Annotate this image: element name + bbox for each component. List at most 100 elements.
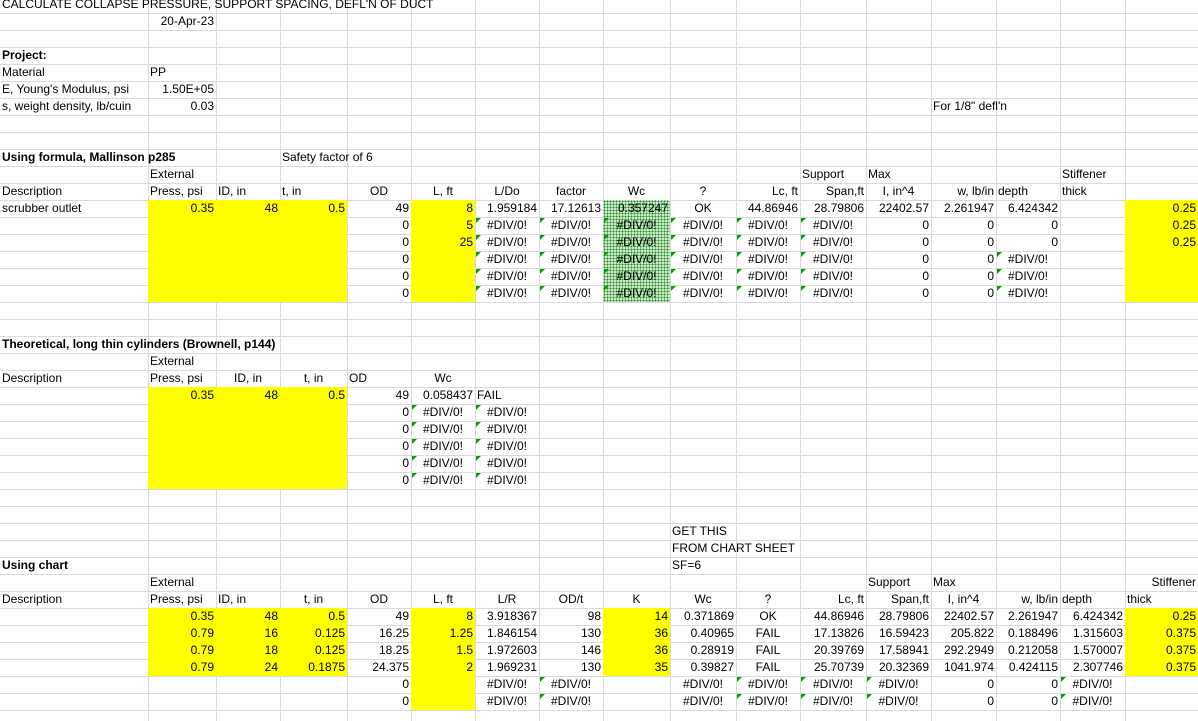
l-cell[interactable]: 8 [413, 200, 473, 217]
odt-cell[interactable]: 146 [541, 642, 601, 659]
wc-cell[interactable]: #DIV/0! [413, 421, 473, 438]
t-cell[interactable] [282, 455, 345, 472]
l-cell[interactable]: 1.25 [413, 625, 473, 642]
press-cell[interactable]: 0.35 [150, 200, 214, 217]
w-cell[interactable]: 0 [933, 285, 994, 302]
k-cell[interactable] [605, 693, 668, 710]
t-cell[interactable]: 0.5 [282, 608, 345, 625]
q-cell[interactable]: #DIV/0! [672, 217, 734, 234]
press-cell[interactable] [150, 404, 214, 421]
od-cell[interactable]: 0 [349, 268, 409, 285]
wc-cell[interactable]: #DIV/0! [413, 438, 473, 455]
factor-cell[interactable]: #DIV/0! [541, 268, 601, 285]
depth-cell[interactable]: 6.424342 [1062, 608, 1123, 625]
factor-cell[interactable]: #DIV/0! [541, 234, 601, 251]
wc-cell[interactable]: #DIV/0! [605, 268, 668, 285]
result-cell[interactable]: #DIV/0! [477, 455, 537, 472]
wc-cell[interactable]: 0.357247 [605, 200, 668, 217]
column-header[interactable]: Wc [605, 183, 668, 200]
column-header[interactable]: w, lb/in [933, 183, 994, 200]
thick-cell[interactable] [1127, 693, 1196, 710]
t-cell[interactable] [282, 404, 345, 421]
l-cell[interactable] [413, 268, 473, 285]
lr-cell[interactable]: #DIV/0! [477, 693, 537, 710]
press-cell[interactable] [150, 438, 214, 455]
material-label[interactable]: Material [2, 64, 146, 81]
l-cell[interactable] [413, 251, 473, 268]
description-cell[interactable] [2, 217, 146, 234]
description-cell[interactable] [2, 251, 146, 268]
thick-cell[interactable]: 0.375 [1127, 625, 1196, 642]
press-cell[interactable] [150, 234, 214, 251]
t-cell[interactable]: 0.1875 [282, 659, 345, 676]
column-header[interactable]: ID, in [218, 183, 278, 200]
column-header[interactable]: Span,ft [868, 591, 929, 608]
column-header[interactable]: ID, in [218, 370, 278, 387]
column-header[interactable]: Lc, ft [802, 591, 864, 608]
id-cell[interactable] [218, 217, 278, 234]
column-header[interactable]: External [150, 353, 214, 370]
section-heading[interactable]: Theoretical, long thin cylinders (Browne… [2, 336, 275, 353]
lc-cell[interactable]: #DIV/0! [738, 234, 798, 251]
q-cell[interactable]: OK [738, 608, 798, 625]
span-cell[interactable]: #DIV/0! [802, 268, 864, 285]
column-header[interactable]: OD [349, 370, 409, 387]
w-cell[interactable]: 0.424115 [998, 659, 1058, 676]
od-cell[interactable]: 0 [349, 455, 409, 472]
span-cell[interactable]: 17.58941 [868, 642, 929, 659]
wc-cell[interactable]: #DIV/0! [413, 472, 473, 489]
l-cell[interactable]: 2 [413, 659, 473, 676]
id-cell[interactable] [218, 404, 278, 421]
thick-cell[interactable]: 0.25 [1127, 217, 1196, 234]
t-cell[interactable] [282, 251, 345, 268]
column-header[interactable]: depth [998, 183, 1058, 200]
id-cell[interactable]: 48 [218, 387, 278, 404]
k-cell[interactable] [605, 676, 668, 693]
ldo-cell[interactable]: #DIV/0! [477, 217, 537, 234]
od-cell[interactable]: 16.25 [349, 625, 409, 642]
lr-cell[interactable]: 3.918367 [477, 608, 537, 625]
od-cell[interactable]: 49 [349, 608, 409, 625]
t-cell[interactable]: 0.5 [282, 200, 345, 217]
lc-cell[interactable]: #DIV/0! [802, 693, 864, 710]
column-header[interactable]: factor [541, 183, 601, 200]
depth-cell[interactable]: 0 [998, 234, 1058, 251]
id-cell[interactable] [218, 268, 278, 285]
id-cell[interactable] [218, 693, 278, 710]
depth-cell[interactable]: #DIV/0! [998, 251, 1058, 268]
modulus-label[interactable]: E, Young's Modulus, psi [2, 81, 146, 98]
press-cell[interactable] [150, 285, 214, 302]
t-cell[interactable] [282, 217, 345, 234]
span-cell[interactable]: #DIV/0! [802, 234, 864, 251]
i-cell[interactable]: 292.2949 [933, 642, 994, 659]
span-cell[interactable]: 28.79806 [802, 200, 864, 217]
thick-cell[interactable]: 0.25 [1127, 200, 1196, 217]
span-cell[interactable]: 20.32369 [868, 659, 929, 676]
column-header[interactable]: Press, psi [150, 370, 214, 387]
k-cell[interactable]: 14 [605, 608, 668, 625]
q-cell[interactable]: FAIL [738, 625, 798, 642]
od-cell[interactable]: 0 [349, 234, 409, 251]
k-cell[interactable]: 35 [605, 659, 668, 676]
column-header[interactable]: I, in^4 [868, 183, 929, 200]
t-cell[interactable] [282, 285, 345, 302]
t-cell[interactable] [282, 472, 345, 489]
lr-cell[interactable]: #DIV/0! [477, 676, 537, 693]
factor-cell[interactable]: 17.12613 [541, 200, 601, 217]
description-cell[interactable] [2, 234, 146, 251]
thick-cell[interactable]: 0.25 [1127, 234, 1196, 251]
t-cell[interactable] [282, 676, 345, 693]
chart-note[interactable]: SF=6 [672, 557, 734, 574]
w-cell[interactable]: 0 [933, 234, 994, 251]
press-cell[interactable]: 0.79 [150, 625, 214, 642]
press-cell[interactable]: 0.79 [150, 659, 214, 676]
id-cell[interactable]: 48 [218, 608, 278, 625]
press-cell[interactable] [150, 676, 214, 693]
thick-cell[interactable]: 0.375 [1127, 642, 1196, 659]
column-header[interactable]: depth [1062, 591, 1123, 608]
column-header[interactable]: Span,ft [802, 183, 864, 200]
od-cell[interactable]: 0 [349, 676, 409, 693]
column-header[interactable]: ID, in [218, 591, 278, 608]
column-header[interactable]: ? [738, 591, 798, 608]
depth-cell[interactable]: 1.315603 [1062, 625, 1123, 642]
